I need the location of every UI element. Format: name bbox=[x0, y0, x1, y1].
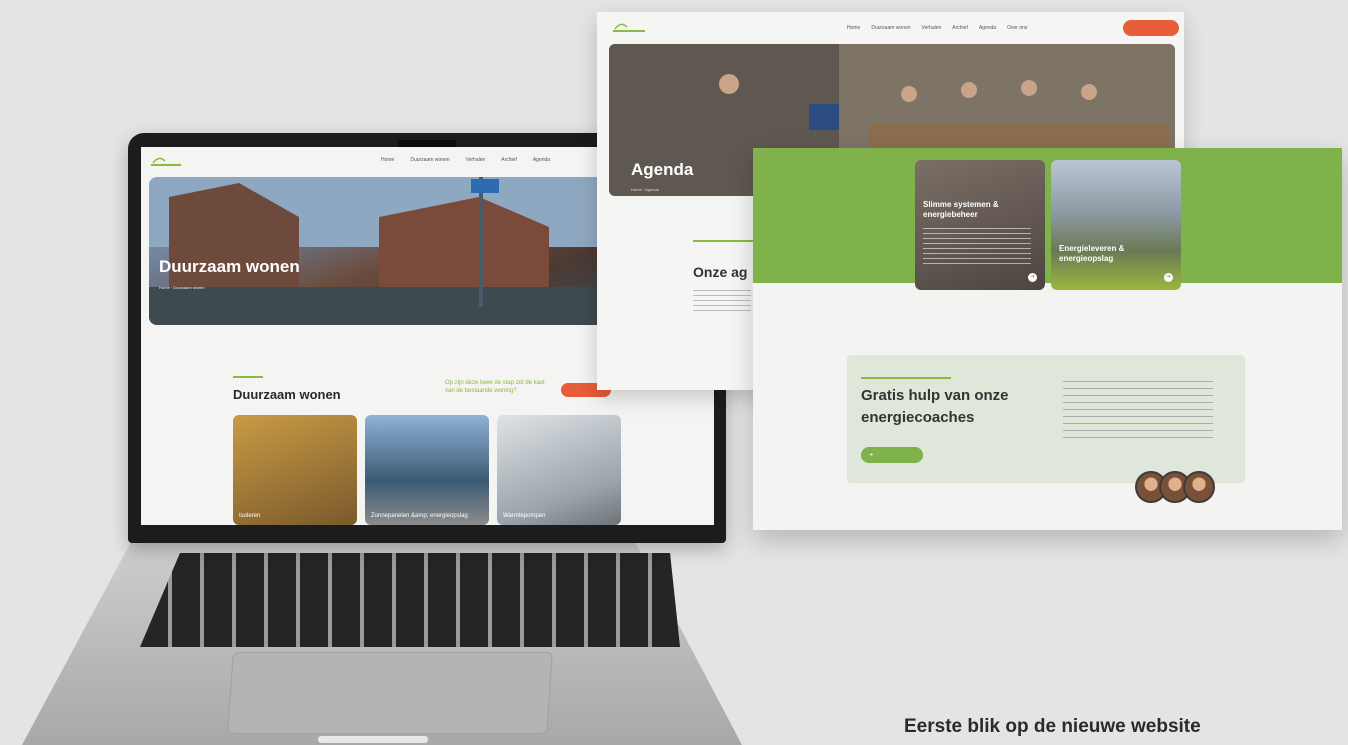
agenda-body-text bbox=[693, 290, 751, 314]
agenda-section-title: Onze ag bbox=[693, 264, 748, 280]
site-logo-icon[interactable] bbox=[607, 18, 651, 36]
nav-item-home[interactable]: Home bbox=[381, 157, 394, 163]
card-label: Warmtepompen bbox=[503, 513, 546, 519]
laptop-hero-image: Duurzaam wonen Home · Duurzaam wonen bbox=[149, 177, 609, 325]
card-isoleren[interactable]: Isoleren bbox=[233, 415, 357, 525]
card-slimme-systemen[interactable]: Slimme systemen & energiebeheer ➜ bbox=[915, 160, 1045, 290]
nav-item-verhalen[interactable]: Verhalen bbox=[466, 157, 486, 163]
energy-coaches-page-screenshot: Slimme systemen & energiebeheer ➜ Energi… bbox=[753, 148, 1342, 530]
card-label: Isoleren bbox=[239, 513, 261, 519]
laptop-keyboard bbox=[140, 553, 680, 647]
card-warmtepompen[interactable]: Warmtepompen bbox=[497, 415, 621, 525]
agenda-hero-title: Agenda bbox=[631, 160, 694, 179]
card-text bbox=[923, 228, 1031, 264]
contact-button[interactable] bbox=[1123, 20, 1179, 36]
laptop-nav: Home Duurzaam wonen Verhalen Archief Age… bbox=[381, 157, 550, 163]
caption: Eerste blik op de nieuwe website bbox=[904, 716, 1201, 737]
nav-item-duurzaam-wonen[interactable]: Duurzaam wonen bbox=[871, 25, 910, 31]
breadcrumb: Home · Duurzaam wonen bbox=[159, 285, 205, 290]
energy-coach-box: Gratis hulp van onze energiecoaches ➜ bbox=[847, 355, 1245, 503]
help-title: Gratis hulp van onze energiecoaches bbox=[861, 387, 1009, 426]
agenda-nav: Home Duurzaam wonen Verhalen Archief Age… bbox=[847, 25, 1027, 31]
help-body-text bbox=[1063, 381, 1213, 443]
coach-avatar bbox=[1183, 471, 1215, 503]
card-title: Energieleveren & energieopslag bbox=[1059, 244, 1125, 263]
section-tag bbox=[861, 377, 951, 379]
card-title: Slimme systemen & energiebeheer bbox=[923, 200, 999, 219]
card-label: Zonnepanelen &amp; energieopslag bbox=[371, 513, 468, 519]
nav-item-archief[interactable]: Archief bbox=[501, 157, 517, 163]
nav-item-archief[interactable]: Archief bbox=[952, 25, 968, 31]
laptop-section-title: Duurzaam wonen bbox=[233, 387, 341, 402]
nav-item-verhalen[interactable]: Verhalen bbox=[922, 25, 942, 31]
green-header-band bbox=[753, 148, 1342, 283]
section-tag bbox=[233, 376, 263, 378]
card-energieleveren[interactable]: Energieleveren & energieopslag ➜ bbox=[1051, 160, 1181, 290]
contact-coach-button[interactable]: ➜ bbox=[861, 447, 923, 463]
nav-item-agenda[interactable]: Agenda bbox=[533, 157, 550, 163]
nav-item-agenda[interactable]: Agenda bbox=[979, 25, 996, 31]
laptop-trackpad bbox=[227, 652, 553, 734]
street-scene-image bbox=[149, 177, 609, 325]
arrow-icon[interactable]: ➜ bbox=[1164, 273, 1173, 282]
nav-item-home[interactable]: Home bbox=[847, 25, 860, 31]
arrow-icon[interactable]: ➜ bbox=[1028, 273, 1037, 282]
card-zonnepanelen[interactable]: Zonnepanelen &amp; energieopslag bbox=[365, 415, 489, 525]
site-logo-icon[interactable] bbox=[147, 153, 187, 169]
laptop-quote: Op zijn deze twee de stap zet de kast va… bbox=[445, 380, 545, 394]
laptop-hero-title: Duurzaam wonen bbox=[159, 257, 300, 276]
laptop-front-notch bbox=[318, 736, 428, 743]
breadcrumb: Home · Agenda bbox=[631, 187, 659, 192]
nav-item-duurzaam-wonen[interactable]: Duurzaam wonen bbox=[410, 157, 449, 163]
nav-item-over-ons[interactable]: Over ons bbox=[1007, 25, 1027, 31]
section-tag bbox=[693, 240, 753, 242]
